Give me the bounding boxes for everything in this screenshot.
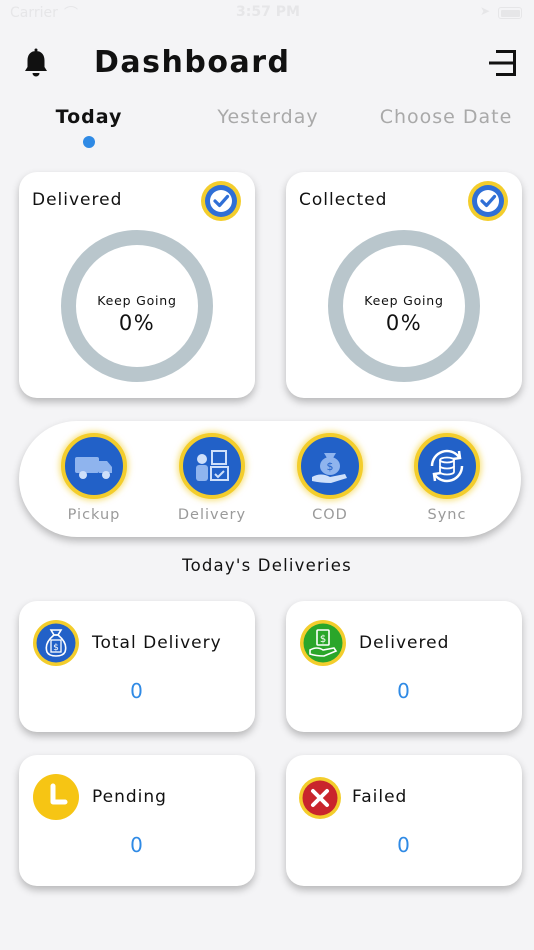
delivery-person-icon	[179, 433, 245, 499]
delivered-card[interactable]: $ Delivered 0	[286, 601, 522, 732]
svg-text:$: $	[327, 460, 334, 473]
status-bar: Carrier ⌒ 3:57 PM ➤	[0, 0, 534, 28]
action-label: COD	[312, 507, 348, 523]
x-icon	[299, 773, 347, 821]
progress-caption: Keep Going	[97, 293, 177, 308]
quick-actions-bar: Pickup Delivery $ COD Sync	[19, 421, 521, 537]
pickup-button[interactable]: Pickup	[49, 433, 139, 533]
tab-yesterday[interactable]: Yesterday	[210, 106, 326, 128]
section-title: Today's Deliveries	[182, 556, 352, 575]
stat-value: 0	[397, 679, 411, 703]
progress-ring: Keep Going 0%	[328, 230, 480, 382]
action-label: Sync	[427, 507, 467, 523]
total-delivery-card[interactable]: $ Total Delivery 0	[19, 601, 255, 732]
stat-value: 0	[130, 679, 144, 703]
tab-choose-date[interactable]: Choose Date	[376, 106, 516, 128]
money-bag-icon: $	[32, 619, 80, 667]
sync-icon	[414, 433, 480, 499]
svg-text:$: $	[53, 643, 59, 653]
stat-value: 0	[130, 833, 144, 857]
pending-card[interactable]: Pending 0	[19, 755, 255, 886]
progress-value: 0%	[118, 311, 156, 335]
truck-icon	[61, 433, 127, 499]
progress-ring: Keep Going 0%	[61, 230, 213, 382]
bell-icon[interactable]	[22, 48, 50, 78]
clock-icon	[32, 773, 80, 821]
action-label: Pickup	[67, 507, 121, 523]
delivered-progress-card[interactable]: Delivered Keep Going 0%	[19, 172, 255, 398]
money-hand-icon: $	[299, 619, 347, 667]
progress-card-title: Delivered	[32, 190, 123, 210]
failed-card[interactable]: Failed 0	[286, 755, 522, 886]
progress-card-title: Collected	[299, 190, 388, 210]
progress-value: 0%	[385, 311, 423, 335]
wifi-icon: ⌒	[64, 6, 78, 22]
stat-label: Failed	[352, 787, 408, 807]
menu-icon[interactable]	[486, 48, 518, 78]
check-badge-icon	[199, 179, 243, 223]
app-header: Dashboard	[0, 40, 534, 90]
collected-progress-card[interactable]: Collected Keep Going 0%	[286, 172, 522, 398]
cash-hand-icon: $	[297, 433, 363, 499]
check-badge-icon	[466, 179, 510, 223]
delivery-button[interactable]: Delivery	[167, 433, 257, 533]
status-time: 3:57 PM	[236, 4, 300, 20]
location-icon: ➤	[479, 4, 490, 18]
active-tab-indicator	[83, 136, 95, 148]
cod-button[interactable]: $ COD	[285, 433, 375, 533]
svg-text:$: $	[320, 634, 326, 645]
stat-label: Total Delivery	[92, 633, 222, 653]
action-label: Delivery	[177, 507, 247, 523]
tab-today[interactable]: Today	[44, 106, 134, 128]
progress-caption: Keep Going	[364, 293, 444, 308]
battery-icon	[498, 7, 522, 19]
stat-value: 0	[397, 833, 411, 857]
carrier-label: Carrier	[10, 5, 58, 21]
page-title: Dashboard	[94, 45, 291, 80]
sync-button[interactable]: Sync	[402, 433, 492, 533]
stat-label: Pending	[92, 787, 167, 807]
date-tabs: Today Yesterday Choose Date	[0, 106, 534, 152]
stat-label: Delivered	[359, 633, 450, 653]
